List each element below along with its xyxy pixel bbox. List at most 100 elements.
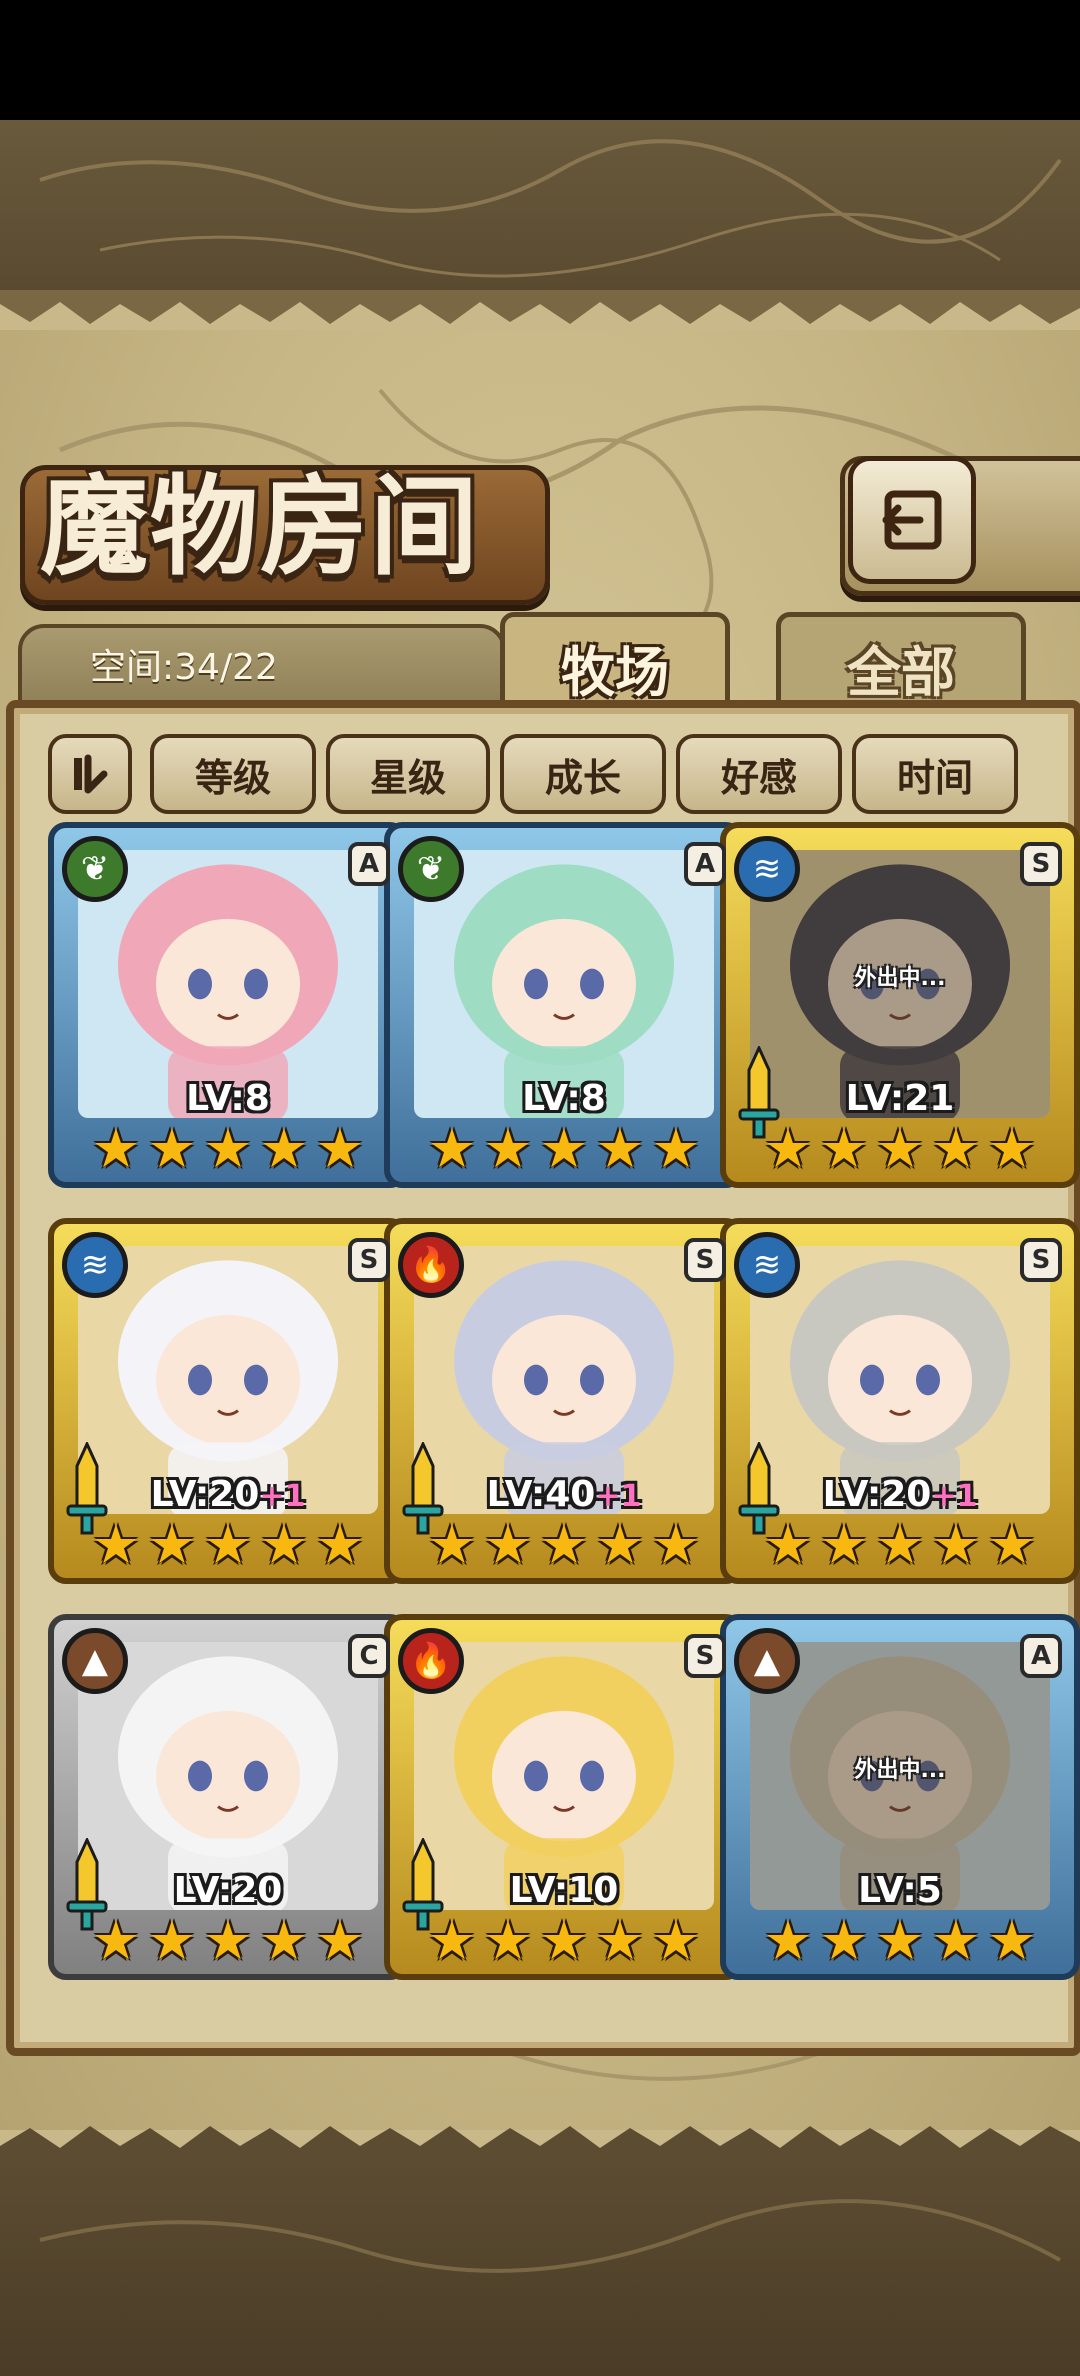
star-icon: ★	[931, 1513, 981, 1576]
monster-card[interactable]: ≋ S LV:20+1 ★ ★ ★ ★ ★	[720, 1218, 1080, 1584]
star-icon: ★	[595, 1117, 645, 1180]
monster-level: LV:20+1	[726, 1474, 1074, 1515]
star-icon: ★	[763, 1513, 813, 1576]
back-button[interactable]	[848, 456, 976, 584]
star-icon: ★	[427, 1117, 477, 1180]
sort-growth-button[interactable]: 成长	[500, 734, 666, 814]
monster-card[interactable]: 外出中... ▲ A LV:5 ★ ★ ★ ★ ★	[720, 1614, 1080, 1980]
star-rating: ★ ★ ★ ★ ★	[761, 1914, 1039, 1968]
water-wave-icon: ≋	[734, 1232, 800, 1298]
level-bonus: +1	[259, 1479, 306, 1514]
sort-affection-button[interactable]: 好感	[676, 734, 842, 814]
star-icon: ★	[91, 1513, 141, 1576]
monster-card[interactable]: ≋ S LV:20+1 ★ ★ ★ ★ ★	[48, 1218, 408, 1584]
monster-card[interactable]: ❦ A LV:8 ★ ★ ★ ★ ★	[384, 822, 744, 1188]
star-icon: ★	[987, 1117, 1037, 1180]
level-value: LV:40	[486, 1474, 596, 1515]
star-rating: ★ ★ ★ ★ ★	[761, 1122, 1039, 1176]
monster-level: LV:8	[54, 1078, 402, 1119]
sort-star-button[interactable]: 星级	[326, 734, 490, 814]
star-icon: ★	[91, 1909, 141, 1972]
torn-edge-top	[0, 290, 1080, 324]
torn-edge-bottom	[0, 2126, 1080, 2160]
star-icon: ★	[315, 1117, 365, 1180]
monster-card[interactable]: 🔥 S LV:10 ★ ★ ★ ★ ★	[384, 1614, 744, 1980]
level-value: LV:10	[509, 1870, 619, 1911]
level-value: LV:8	[186, 1078, 270, 1119]
rank-badge: S	[684, 1634, 726, 1678]
star-icon: ★	[483, 1513, 533, 1576]
monster-level: LV:20+1	[54, 1474, 402, 1515]
monster-card[interactable]: 🔥 S LV:40+1 ★ ★ ★ ★ ★	[384, 1218, 744, 1584]
star-icon: ★	[595, 1513, 645, 1576]
star-icon: ★	[987, 1909, 1037, 1972]
star-rating: ★ ★ ★ ★ ★	[425, 1122, 703, 1176]
level-value: LV:20	[822, 1474, 932, 1515]
star-icon: ★	[147, 1117, 197, 1180]
space-count: 空间:34/22	[90, 647, 278, 688]
star-rating: ★ ★ ★ ★ ★	[89, 1122, 367, 1176]
monster-level: LV:20	[54, 1870, 402, 1911]
level-value: LV:20	[150, 1474, 260, 1515]
water-wave-icon: ≋	[734, 836, 800, 902]
sort-level-button[interactable]: 等级	[150, 734, 316, 814]
star-icon: ★	[651, 1513, 701, 1576]
level-bonus: +1	[931, 1479, 978, 1514]
rank-badge: S	[684, 1238, 726, 1282]
monster-card[interactable]: ▲ C LV:20 ★ ★ ★ ★ ★	[48, 1614, 408, 1980]
star-rating: ★ ★ ★ ★ ★	[89, 1518, 367, 1572]
rank-badge: S	[348, 1238, 390, 1282]
star-icon: ★	[651, 1117, 701, 1180]
star-icon: ★	[539, 1117, 589, 1180]
star-icon: ★	[427, 1909, 477, 1972]
map-background-top	[0, 120, 1080, 290]
monster-level: LV:40+1	[390, 1474, 738, 1515]
water-wave-icon: ≋	[62, 1232, 128, 1298]
star-icon: ★	[147, 1909, 197, 1972]
star-icon: ★	[931, 1117, 981, 1180]
status-bar	[0, 0, 1080, 120]
rank-badge: S	[1020, 1238, 1062, 1282]
star-icon: ★	[931, 1909, 981, 1972]
sort-order-toggle[interactable]	[48, 734, 132, 814]
return-arrow-icon	[882, 490, 942, 550]
mountain-icon: ▲	[734, 1628, 800, 1694]
star-icon: ★	[819, 1117, 869, 1180]
star-icon: ★	[147, 1513, 197, 1576]
star-rating: ★ ★ ★ ★ ★	[761, 1518, 1039, 1572]
star-icon: ★	[315, 1513, 365, 1576]
star-icon: ★	[315, 1909, 365, 1972]
star-icon: ★	[875, 1909, 925, 1972]
star-icon: ★	[539, 1909, 589, 1972]
star-icon: ★	[483, 1117, 533, 1180]
star-icon: ★	[203, 1117, 253, 1180]
monster-level: LV:21	[726, 1078, 1074, 1119]
flame-icon: 🔥	[398, 1232, 464, 1298]
monster-card[interactable]: 外出中... ≋ S LV:21 ★ ★ ★ ★ ★	[720, 822, 1080, 1188]
star-icon: ★	[595, 1909, 645, 1972]
leaf-icon: ❦	[62, 836, 128, 902]
monster-level: LV:8	[390, 1078, 738, 1119]
monster-card[interactable]: ❦ A LV:8 ★ ★ ★ ★ ★	[48, 822, 408, 1188]
away-status: 外出中...	[854, 1758, 946, 1783]
star-icon: ★	[203, 1513, 253, 1576]
star-icon: ★	[259, 1909, 309, 1972]
flame-icon: 🔥	[398, 1628, 464, 1694]
rank-badge: A	[684, 842, 726, 886]
sort-direction-icon	[74, 754, 108, 794]
star-icon: ★	[427, 1513, 477, 1576]
rank-badge: S	[1020, 842, 1062, 886]
page-title: 魔物房间	[40, 464, 481, 590]
monster-level: LV:10	[390, 1870, 738, 1911]
sort-time-button[interactable]: 时间	[852, 734, 1018, 814]
star-rating: ★ ★ ★ ★ ★	[425, 1518, 703, 1572]
level-value: LV:5	[858, 1870, 942, 1911]
star-icon: ★	[987, 1513, 1037, 1576]
monster-level: LV:5	[726, 1870, 1074, 1911]
star-rating: ★ ★ ★ ★ ★	[89, 1914, 367, 1968]
star-icon: ★	[91, 1117, 141, 1180]
mountain-icon: ▲	[62, 1628, 128, 1694]
rank-badge: A	[348, 842, 390, 886]
star-icon: ★	[259, 1513, 309, 1576]
star-icon: ★	[203, 1909, 253, 1972]
